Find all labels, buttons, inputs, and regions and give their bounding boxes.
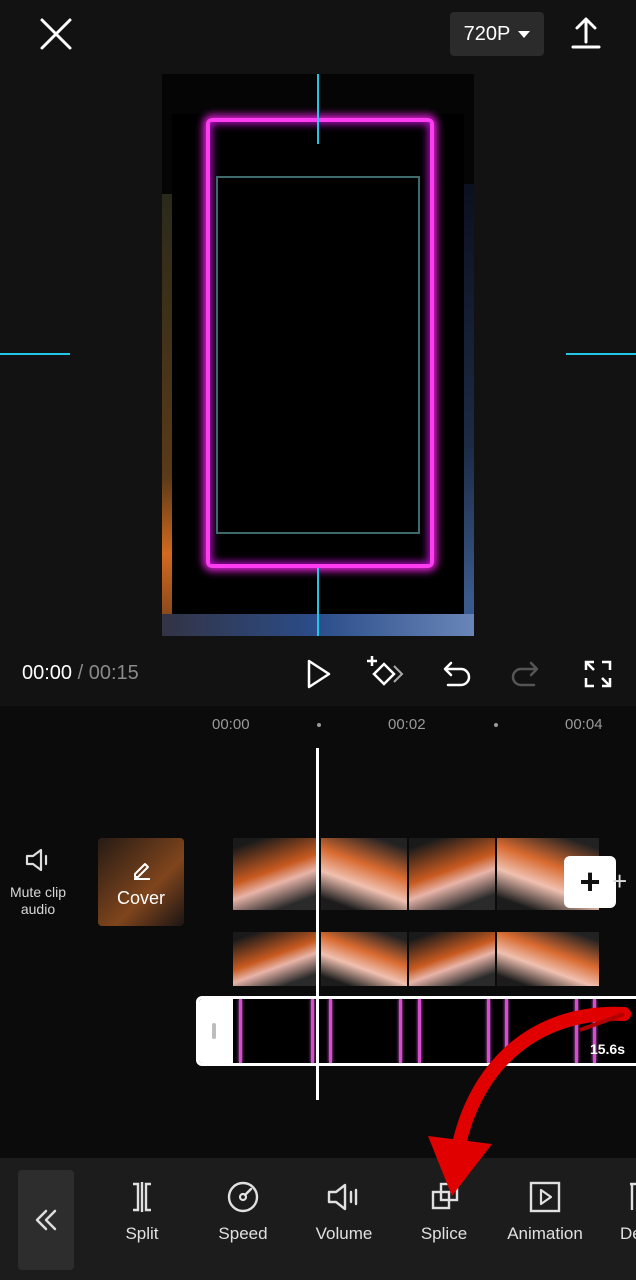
mute-clip-audio-label: Mute clip audio bbox=[9, 884, 67, 917]
chevron-down-icon bbox=[518, 30, 531, 38]
split-icon bbox=[133, 1182, 151, 1212]
waveform-line bbox=[418, 999, 421, 1063]
play-icon bbox=[307, 659, 331, 689]
fullscreen-icon bbox=[584, 660, 612, 688]
tool-delete-label: De bbox=[620, 1224, 636, 1243]
ruler-label: 00:02 bbox=[388, 716, 426, 733]
clip-thumbnail bbox=[233, 932, 319, 986]
add-more-plus-icon[interactable]: + bbox=[612, 866, 627, 897]
trim-handle[interactable] bbox=[199, 999, 233, 1063]
ruler-label: 00:00 bbox=[212, 716, 250, 733]
preview-area: 720P 00:00 / 00:15 bbox=[0, 0, 636, 706]
delete-icon bbox=[630, 1182, 636, 1210]
tool-animation[interactable]: Animation bbox=[495, 1180, 595, 1244]
cover-thumbnail bbox=[98, 838, 184, 926]
add-clip-button[interactable]: + bbox=[564, 856, 616, 908]
current-time: 00:00 bbox=[22, 662, 73, 684]
plus-icon: + bbox=[579, 861, 601, 902]
cover-label: Cover bbox=[116, 888, 165, 908]
undo-button[interactable] bbox=[436, 654, 476, 694]
alignment-guide-top bbox=[317, 74, 319, 144]
background-video-right bbox=[464, 184, 474, 636]
photo-placeholder-frame bbox=[216, 176, 420, 534]
splice-icon bbox=[431, 1182, 459, 1210]
back-button[interactable] bbox=[18, 1170, 74, 1270]
ruler-label: 00:04 bbox=[565, 716, 603, 733]
clip-thumbnail bbox=[321, 932, 407, 986]
clip-thumbnail bbox=[497, 932, 599, 986]
close-button[interactable] bbox=[36, 14, 76, 54]
clip-thumbnail bbox=[233, 838, 319, 910]
animation-icon bbox=[529, 1181, 561, 1213]
tool-speed-label: Speed bbox=[218, 1224, 268, 1243]
redo-icon bbox=[511, 661, 539, 687]
bottom-toolbar: Split Speed Volume Splice Animation D bbox=[0, 1158, 636, 1280]
tool-speed[interactable]: Speed bbox=[193, 1180, 293, 1244]
waveform-line bbox=[575, 999, 578, 1063]
clip-thumbnail bbox=[409, 932, 495, 986]
tool-split[interactable]: Split bbox=[92, 1180, 192, 1244]
double-chevron-left-icon bbox=[35, 1209, 57, 1231]
waveform-line bbox=[311, 999, 314, 1063]
resolution-dropdown[interactable]: 720P bbox=[450, 12, 544, 56]
tool-split-label: Split bbox=[125, 1224, 159, 1243]
volume-icon bbox=[327, 1183, 358, 1211]
time-separator: / bbox=[72, 662, 89, 684]
grip-icon bbox=[212, 1023, 216, 1039]
ruler-dot bbox=[494, 723, 498, 727]
video-canvas[interactable] bbox=[162, 74, 474, 636]
speed-icon bbox=[227, 1181, 259, 1213]
undo-icon bbox=[443, 661, 471, 687]
fullscreen-button[interactable] bbox=[578, 654, 618, 694]
keyframe-button[interactable] bbox=[364, 654, 404, 694]
alignment-guide-left bbox=[0, 353, 70, 355]
alignment-guide-bottom bbox=[317, 568, 319, 636]
ruler-dot bbox=[317, 723, 321, 727]
timeline[interactable]: 00:00 00:02 00:04 Mute clip audio Cover bbox=[0, 706, 636, 1158]
waveform-line bbox=[505, 999, 508, 1063]
overlay-duration: 15.6s bbox=[589, 1041, 625, 1057]
tool-splice[interactable]: Splice bbox=[394, 1180, 494, 1244]
redo-button[interactable] bbox=[506, 654, 546, 694]
tool-volume[interactable]: Volume bbox=[294, 1180, 394, 1244]
speaker-icon bbox=[25, 848, 48, 872]
upload-icon bbox=[571, 17, 601, 49]
resolution-label: 720P bbox=[463, 22, 511, 45]
mute-clip-audio-button[interactable]: Mute clip audio bbox=[6, 846, 70, 918]
keyframe-icon bbox=[367, 656, 404, 686]
video-editor-screen: 720P 00:00 / 00:15 00:00 00:02 00:04 Mut… bbox=[0, 0, 636, 1280]
main-video-track[interactable] bbox=[233, 838, 599, 986]
alignment-guide-right bbox=[566, 353, 636, 355]
waveform-line bbox=[487, 999, 490, 1063]
tool-splice-label: Splice bbox=[420, 1224, 468, 1243]
waveform-line bbox=[329, 999, 332, 1063]
clip-thumbnail bbox=[409, 838, 495, 910]
waveform-line bbox=[239, 999, 242, 1063]
overlay-track[interactable]: 15.6s bbox=[196, 996, 636, 1066]
playhead[interactable] bbox=[316, 748, 319, 1100]
total-time: 00:15 bbox=[88, 662, 139, 684]
tool-animation-label: Animation bbox=[507, 1224, 583, 1243]
time-display: 00:00 / 00:15 bbox=[22, 662, 139, 685]
clip-thumbnail bbox=[321, 838, 407, 910]
close-icon bbox=[40, 18, 72, 50]
waveform-line bbox=[399, 999, 402, 1063]
tool-volume-label: Volume bbox=[315, 1224, 373, 1243]
export-button[interactable] bbox=[566, 14, 606, 54]
tool-delete[interactable]: De bbox=[596, 1180, 636, 1244]
cover-button[interactable]: Cover bbox=[98, 838, 184, 926]
edit-icon bbox=[134, 863, 150, 880]
play-button[interactable] bbox=[298, 654, 338, 694]
